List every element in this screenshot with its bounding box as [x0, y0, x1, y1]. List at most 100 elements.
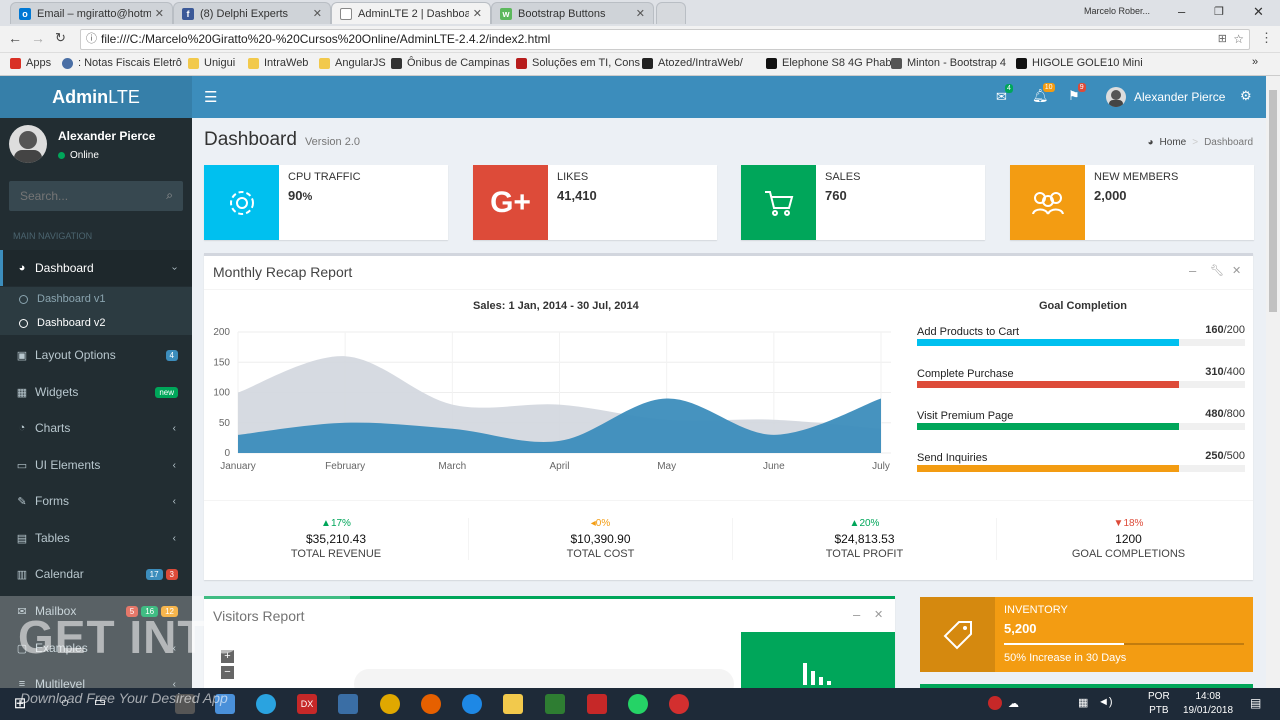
bookmark[interactable]: IntraWeb — [248, 57, 308, 69]
sidebar-item-tables[interactable]: ▤ Tables ‹ — [0, 520, 192, 556]
reload-icon[interactable]: ↻ — [55, 30, 66, 46]
new-tab-button[interactable] — [656, 2, 686, 24]
sidebar-item-widgets[interactable]: ▦ Widgets new — [0, 374, 192, 410]
app-icon[interactable] — [545, 694, 565, 714]
app-icon[interactable] — [338, 694, 358, 714]
info-box-icon — [204, 165, 279, 240]
internet-explorer-icon[interactable] — [462, 694, 482, 714]
messages-icon[interactable]: ✉ 4 — [996, 84, 1013, 105]
stat-label: TOTAL REVENUE — [290, 548, 382, 560]
filezilla-icon[interactable] — [587, 694, 607, 714]
goal-value: 310 — [1205, 366, 1224, 378]
close-icon[interactable]: ✕ — [155, 7, 164, 20]
bookmark[interactable]: AngularJS — [319, 57, 386, 69]
sidebar-item-ui-elements[interactable]: ▭ UI Elements ‹ — [0, 447, 192, 483]
remove-icon[interactable]: ✕ — [1232, 264, 1241, 277]
delphi-icon[interactable]: DX — [297, 694, 317, 714]
bookmark[interactable]: Ônibus de Campinas — [391, 57, 510, 69]
wrench-icon[interactable]: 🔧︎ — [1210, 264, 1224, 277]
bookmark[interactable]: Soluções em TI, Cons — [516, 57, 640, 69]
browser-tab-bar: o Email – mgiratto@hotma ✕ f (8) Delphi … — [0, 0, 1280, 26]
minimize-icon[interactable]: – — [1178, 4, 1185, 19]
circle-icon — [19, 318, 28, 328]
goal-progress: Visit Premium Page 480/800 — [917, 408, 1245, 430]
profile-label[interactable]: Marcelo Rober... — [1084, 6, 1150, 16]
gears-icon[interactable]: ⚙ — [1240, 88, 1252, 104]
sidebar-item-forms[interactable]: ✎ Forms ‹ — [0, 483, 192, 519]
chrome-icon[interactable] — [380, 694, 400, 714]
volume-icon[interactable]: ◄) — [1098, 696, 1113, 708]
cloud-icon[interactable]: ☁ — [1008, 697, 1019, 710]
more-bookmarks-icon[interactable]: » — [1252, 56, 1258, 68]
browser-tab[interactable]: w Bootstrap Buttons ✕ — [491, 2, 654, 24]
bookmark[interactable]: Unigui — [188, 57, 235, 69]
document-icon — [340, 7, 352, 20]
url-field[interactable]: ⓘ file:///C:/Marcelo%20Giratto%20-%20Cur… — [80, 29, 1250, 50]
logo[interactable]: AdminLTE — [0, 76, 192, 118]
maximize-icon[interactable]: ❐ — [1214, 5, 1224, 18]
whatsapp-icon[interactable] — [628, 694, 648, 714]
search-input[interactable] — [9, 181, 159, 211]
goal-value: 250 — [1205, 450, 1224, 462]
browser-tab[interactable]: f (8) Delphi Experts ✕ — [173, 2, 331, 24]
stat-goal-completions: ▼18% 1200 GOAL COMPLETIONS — [996, 518, 1260, 560]
telegram-icon[interactable] — [256, 694, 276, 714]
navbar-user-name[interactable]: Alexander Pierce — [1134, 90, 1225, 104]
close-icon[interactable]: ✕ — [313, 7, 322, 20]
sidebar-item-charts[interactable]: ◔ Charts ‹ — [0, 410, 192, 446]
bookmark[interactable]: HIGOLE GOLE10 Mini — [1016, 57, 1143, 69]
page-scrollbar[interactable] — [1266, 76, 1280, 688]
sidebar-subitem-dashboard-v2[interactable]: Dashboard v2 — [0, 311, 192, 335]
info-box-members: NEW MEMBERS 2,000 — [1010, 165, 1254, 240]
notification-center-icon[interactable]: ▤ — [1250, 696, 1261, 710]
breadcrumb-separator: > — [1192, 137, 1199, 148]
sidebar-avatar — [9, 125, 47, 163]
page-title: Dashboard — [204, 129, 297, 150]
breadcrumb-home[interactable]: Home — [1160, 137, 1187, 148]
language-indicator[interactable]: POR PTB — [1148, 691, 1170, 716]
close-icon[interactable]: ✕ — [636, 7, 645, 20]
scrollbar-thumb[interactable] — [1269, 90, 1277, 312]
close-icon[interactable]: ✕ — [473, 7, 482, 20]
file-explorer-icon[interactable] — [503, 694, 523, 714]
bookmark[interactable]: Minton - Bootstrap 4 — [891, 57, 1006, 69]
collapse-icon[interactable]: – — [1189, 263, 1196, 278]
bookmark-label: Minton - Bootstrap 4 — [907, 57, 1007, 69]
bookmark[interactable]: : Notas Fiscais Eletrô — [62, 57, 182, 69]
search-icon[interactable]: ⌕ — [166, 188, 173, 203]
forward-icon[interactable]: → — [31, 30, 45, 46]
info-box-icon — [920, 597, 995, 672]
page-header: Dashboard Version 2.0 — [204, 129, 360, 151]
browser-tab-active[interactable]: AdminLTE 2 | Dashboard ✕ — [331, 2, 491, 24]
notifications-icon[interactable]: 🔔︎ 10 — [1032, 83, 1055, 104]
network-icon[interactable]: ▦ — [1078, 696, 1088, 709]
x-tick-label: March — [438, 461, 466, 472]
bookmark-label: Apps — [26, 57, 52, 69]
sidebar-item-dashboard[interactable]: ◕ Dashboard ‹ — [0, 250, 192, 286]
star-icon[interactable]: ☆ — [1233, 30, 1244, 49]
collapse-icon[interactable]: – — [853, 607, 860, 622]
page-subtitle: Version 2.0 — [304, 136, 360, 148]
sidebar-toggle-icon[interactable]: ☰ — [204, 88, 217, 106]
browser-tab[interactable]: o Email – mgiratto@hotma ✕ — [10, 2, 173, 24]
sidebar-item-calendar[interactable]: ▥ Calendar 17 3 — [0, 556, 192, 592]
goal-total: /400 — [1223, 366, 1245, 378]
bookmark[interactable]: Elephone S8 4G Phab — [766, 57, 891, 69]
tab-title: Bootstrap Buttons — [518, 7, 606, 20]
window-close-icon[interactable]: ✕ — [1253, 4, 1264, 20]
translate-icon[interactable]: ⊞ — [1218, 30, 1227, 49]
menu-icon[interactable]: ⋮ — [1260, 30, 1273, 46]
bookmark-apps[interactable]: Apps — [10, 57, 51, 69]
flag-icon[interactable]: ⚑ 9 — [1068, 83, 1086, 104]
remove-icon[interactable]: ✕ — [874, 608, 883, 621]
back-icon[interactable]: ← — [8, 30, 22, 46]
clock[interactable]: 14:08 19/01/2018 — [1180, 691, 1236, 716]
tray-icon[interactable] — [988, 696, 1002, 710]
sidebar-item-layout-options[interactable]: ▣ Layout Options 4 — [0, 337, 192, 373]
app-icon[interactable] — [669, 694, 689, 714]
firefox-icon[interactable] — [421, 694, 441, 714]
sidebar-subitem-dashboard-v1[interactable]: Dashboard v1 — [0, 287, 192, 311]
avatar[interactable] — [1106, 87, 1126, 107]
bookmark[interactable]: Atozed/IntraWeb/ — [642, 57, 743, 69]
section-header: MAIN NAVIGATION — [13, 231, 93, 241]
